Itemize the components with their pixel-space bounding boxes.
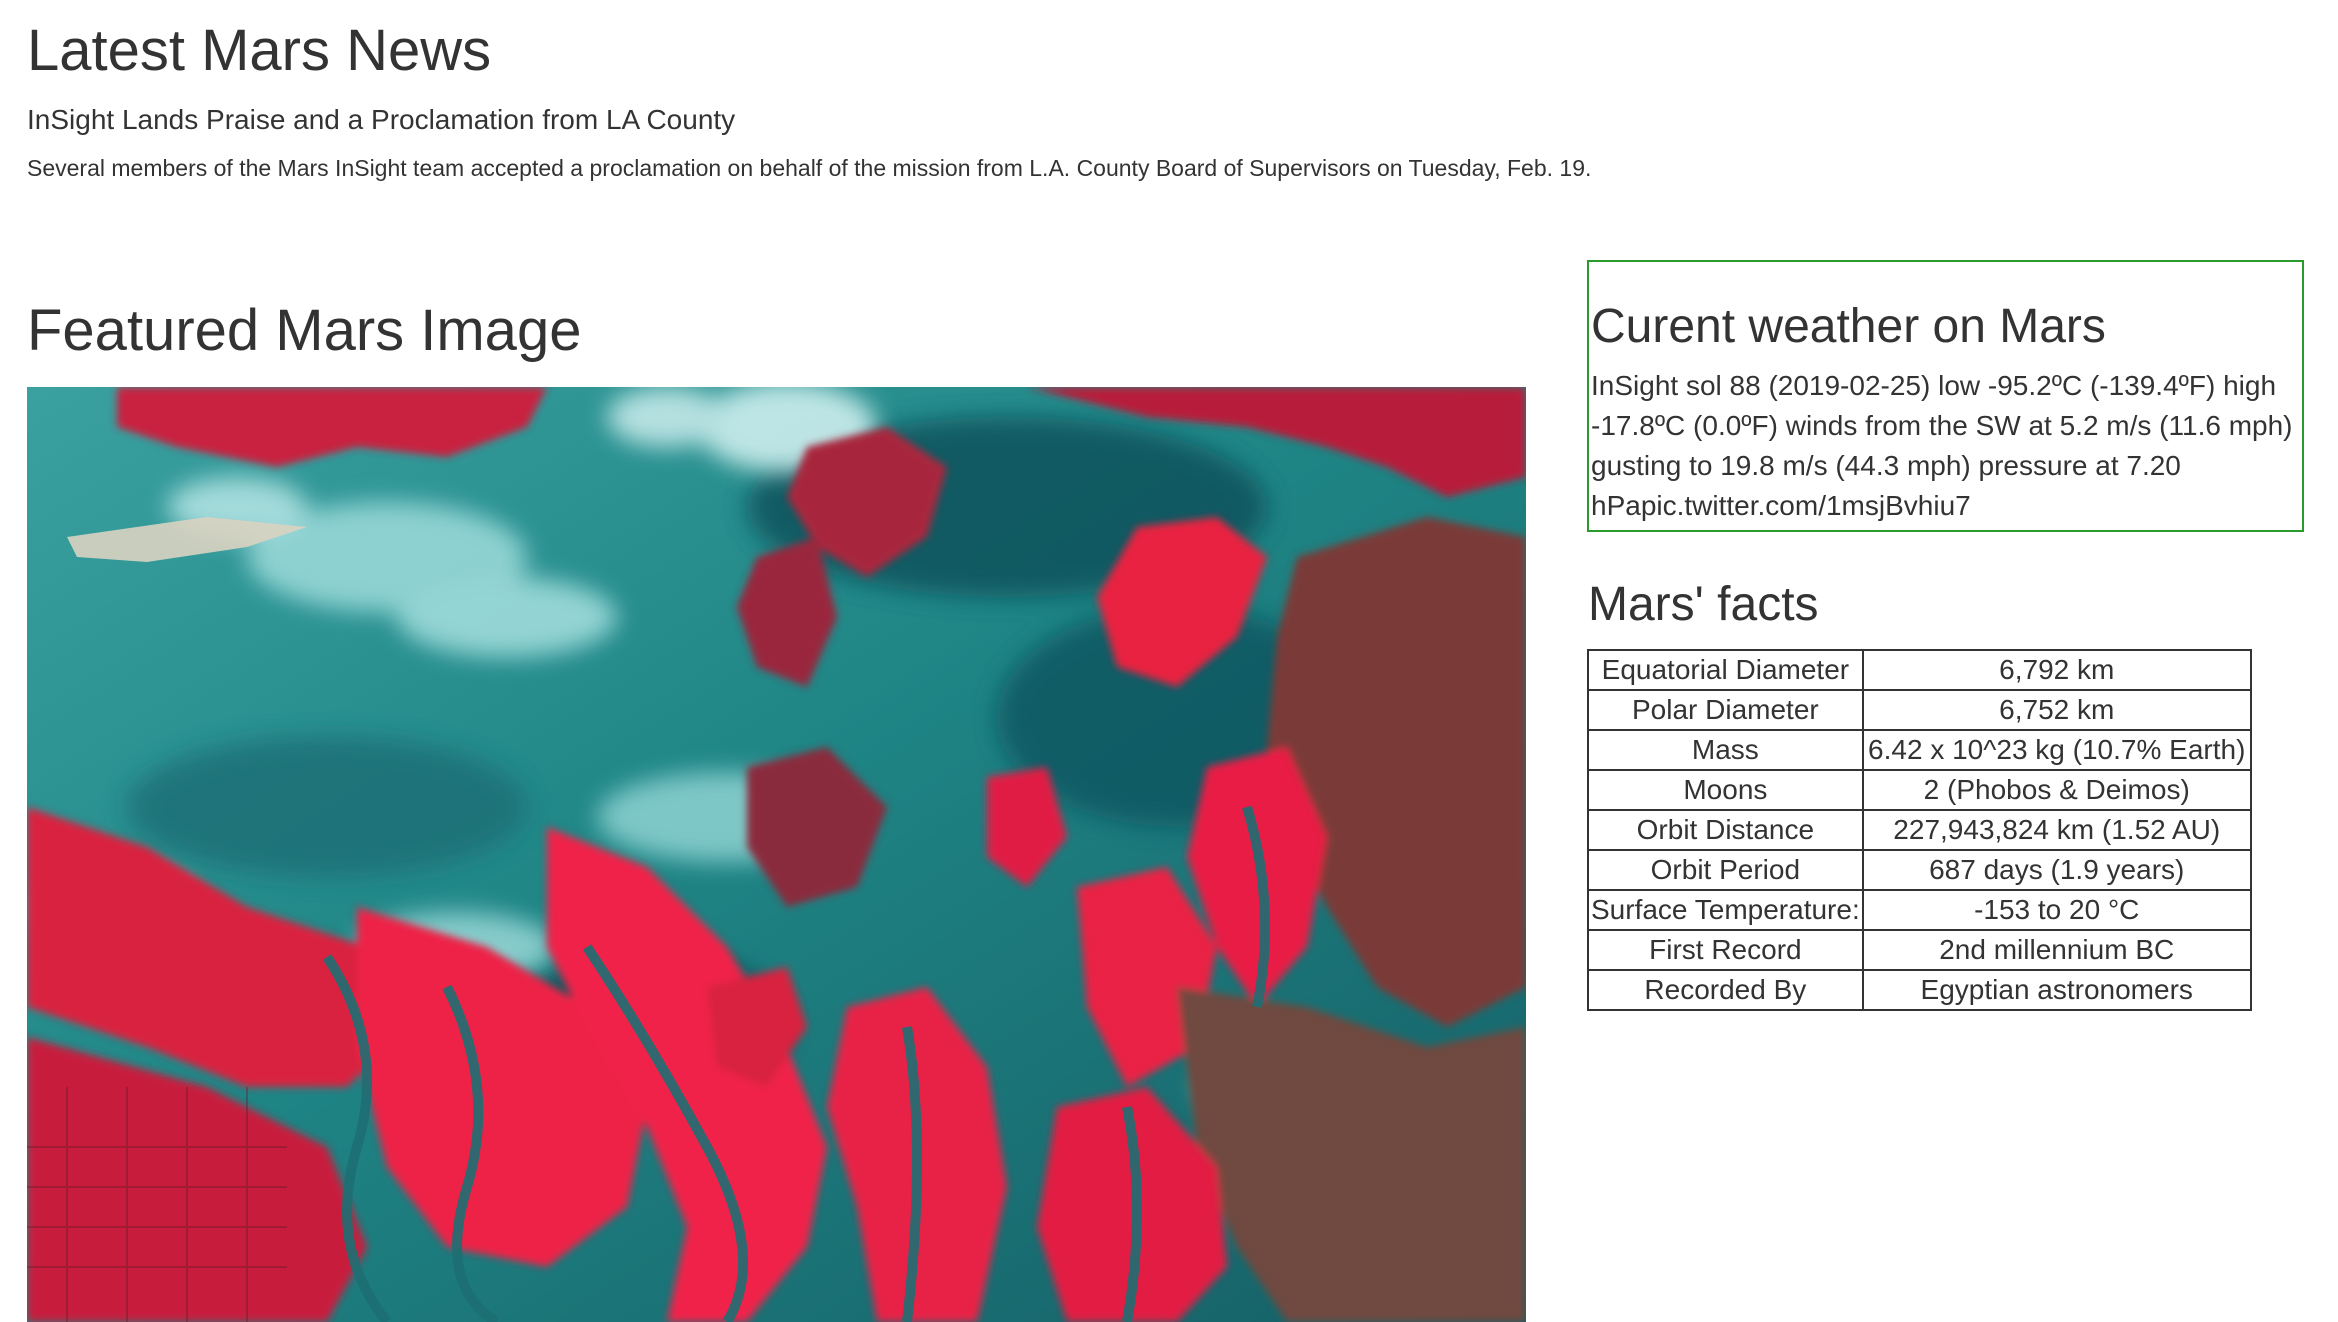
- table-row: First Record 2nd millennium BC: [1587, 929, 2252, 971]
- fact-label: Recorded By: [1587, 969, 1864, 1011]
- mars-facts-title: Mars' facts: [1588, 578, 1819, 631]
- fact-value: -153 to 20 °C: [1861, 889, 2252, 931]
- news-paragraph: Several members of the Mars InSight team…: [27, 155, 1592, 181]
- table-row: Orbit Period 687 days (1.9 years): [1587, 849, 2252, 891]
- table-row: Equatorial Diameter 6,792 km: [1587, 649, 2252, 691]
- fact-label: Orbit Period: [1587, 849, 1864, 891]
- satellite-image: [27, 387, 1526, 1322]
- news-headline: InSight Lands Praise and a Proclamation …: [27, 104, 736, 135]
- table-row: Orbit Distance 227,943,824 km (1.52 AU): [1587, 809, 2252, 851]
- fact-label: Polar Diameter: [1587, 689, 1864, 731]
- weather-panel: Curent weather on Mars InSight sol 88 (2…: [1587, 260, 2304, 532]
- weather-text: InSight sol 88 (2019-02-25) low -95.2ºC …: [1591, 370, 2293, 521]
- fact-label: First Record: [1587, 929, 1864, 971]
- fact-label: Equatorial Diameter: [1587, 649, 1864, 691]
- fact-value: 2nd millennium BC: [1861, 929, 2252, 971]
- fact-value: 227,943,824 km (1.52 AU): [1861, 809, 2252, 851]
- table-row: Polar Diameter 6,752 km: [1587, 689, 2252, 731]
- fact-value: Egyptian astronomers: [1861, 969, 2252, 1011]
- fact-value: 2 (Phobos & Deimos): [1861, 769, 2252, 811]
- fact-value: 6,792 km: [1861, 649, 2252, 691]
- latest-news-title: Latest Mars News: [27, 18, 492, 83]
- page: Latest Mars News InSight Lands Praise an…: [0, 0, 2338, 1322]
- table-row: Moons 2 (Phobos & Deimos): [1587, 769, 2252, 811]
- table-row: Recorded By Egyptian astronomers: [1587, 969, 2252, 1011]
- fact-value: 687 days (1.9 years): [1861, 849, 2252, 891]
- fact-label: Mass: [1587, 729, 1864, 771]
- mars-facts-table: Equatorial Diameter 6,792 km Polar Diame…: [1587, 649, 2252, 1011]
- fact-value: 6,752 km: [1861, 689, 2252, 731]
- fact-label: Surface Temperature:: [1587, 889, 1864, 931]
- featured-mars-image: [27, 387, 1526, 1322]
- fact-value: 6.42 x 10^23 kg (10.7% Earth): [1861, 729, 2252, 771]
- table-row: Mass 6.42 x 10^23 kg (10.7% Earth): [1587, 729, 2252, 771]
- weather-title: Curent weather on Mars: [1591, 300, 2106, 353]
- fact-label: Orbit Distance: [1587, 809, 1864, 851]
- featured-image-title: Featured Mars Image: [27, 298, 582, 363]
- fact-label: Moons: [1587, 769, 1864, 811]
- table-row: Surface Temperature: -153 to 20 °C: [1587, 889, 2252, 931]
